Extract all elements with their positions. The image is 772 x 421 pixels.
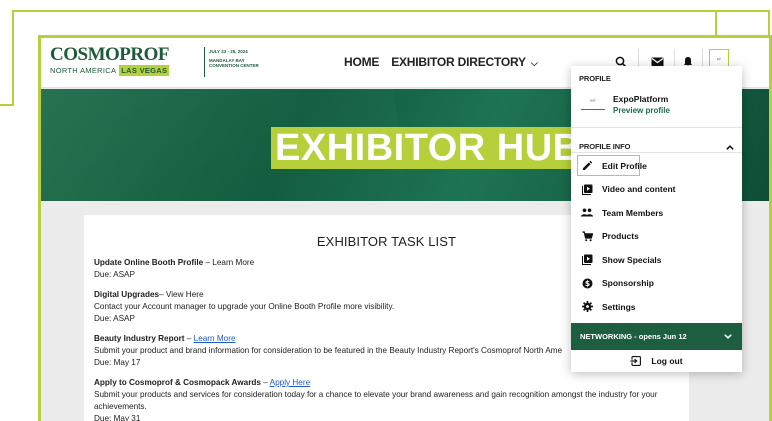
- dropdown-divider: [571, 152, 742, 153]
- main-nav: HOME EXHIBITOR DIRECTORY ⌵: [344, 55, 538, 69]
- svg-text:$: $: [584, 279, 589, 288]
- menu-item-label: Video and content: [602, 184, 676, 195]
- preview-profile-link[interactable]: Preview profile: [613, 106, 670, 115]
- logout-button[interactable]: Log out: [571, 350, 742, 372]
- task-separator: –: [159, 290, 166, 299]
- task-link[interactable]: Apply Here: [270, 378, 311, 387]
- menu-item-video-and-content[interactable]: Video and content: [571, 178, 742, 202]
- menu-item-label: Show Specials: [602, 254, 662, 265]
- chevron-down-icon: ⌵: [530, 58, 538, 68]
- profile-user[interactable]: EP ExpoPlatform Preview profile: [579, 92, 734, 120]
- task-item: Apply to Cosmoprof & Cosmopack Awards – …: [94, 377, 679, 421]
- logo-city: LAS VEGAS: [119, 65, 170, 76]
- logout-label: Log out: [651, 356, 683, 366]
- menu-item-label: Settings: [602, 301, 636, 312]
- logo-brand: COSMOPROF: [50, 44, 170, 65]
- people-icon: [581, 207, 593, 219]
- logo-venue: MANDALAY BAY CONVENTION CENTER: [209, 58, 259, 68]
- menu-item-team-members[interactable]: Team Members: [571, 201, 742, 225]
- cosmoprof-logo[interactable]: COSMOPROF NORTH AMERICA LAS VEGAS: [50, 45, 200, 81]
- profile-menu: Edit Profile Video and content Team Memb…: [571, 154, 742, 319]
- annotation-line-left-v: [12, 10, 14, 106]
- task-title: Beauty Industry Report: [94, 334, 185, 343]
- highlight-box: [577, 155, 640, 176]
- task-description: Submit your products and services for co…: [94, 390, 658, 411]
- nav-exhibitor-directory-label: EXHIBITOR DIRECTORY: [391, 55, 526, 69]
- website-frame: COSMOPROF NORTH AMERICA LAS VEGAS JULY 2…: [38, 35, 772, 421]
- menu-item-label: Products: [602, 231, 639, 242]
- task-separator: –: [203, 258, 213, 267]
- menu-item-sponsorship[interactable]: $ Sponsorship: [571, 272, 742, 296]
- task-separator: –: [184, 334, 194, 343]
- menu-item-show-specials[interactable]: Show Specials: [571, 248, 742, 272]
- task-link[interactable]: Learn More: [212, 258, 254, 267]
- avatar-text: EP: [716, 57, 721, 61]
- menu-item-products[interactable]: Products: [571, 225, 742, 249]
- annotation-line-right-top: [715, 10, 770, 12]
- logo-region: NORTH AMERICA: [50, 66, 117, 75]
- menu-item-settings[interactable]: Settings: [571, 295, 742, 319]
- video-library-icon: [581, 183, 593, 195]
- profile-thumbnail: EP: [581, 98, 605, 110]
- profile-name: ExpoPlatform: [613, 94, 669, 104]
- task-due: Due: May 31: [94, 414, 141, 421]
- logout-icon: [630, 356, 642, 366]
- dropdown-divider: [571, 127, 742, 128]
- cart-icon: [581, 230, 593, 242]
- screenshot-stage: COSMOPROF NORTH AMERICA LAS VEGAS JULY 2…: [0, 0, 772, 421]
- nav-home[interactable]: HOME: [344, 55, 379, 69]
- menu-item-label: Sponsorship: [602, 278, 654, 289]
- video-library-icon: [581, 254, 593, 266]
- chevron-down-icon: [724, 332, 732, 341]
- task-link[interactable]: Learn More: [194, 334, 236, 343]
- annotation-line-top-h: [12, 10, 716, 12]
- profile-dropdown: PROFILE EP ExpoPlatform Preview profile …: [571, 66, 742, 372]
- task-separator: –: [260, 378, 270, 387]
- logo-date: JULY 23 - 25, 2024: [209, 49, 248, 54]
- logo-event-info: JULY 23 - 25, 2024 MANDALAY BAY CONVENTI…: [209, 49, 269, 68]
- networking-toggle[interactable]: NETWORKING - opens Jun 12: [571, 323, 742, 350]
- hero-title: EXHIBITOR HUB: [271, 127, 585, 169]
- task-title: Update Online Booth Profile: [94, 258, 204, 267]
- task-link[interactable]: View Here: [166, 290, 204, 299]
- menu-item-edit-profile[interactable]: Edit Profile: [571, 154, 742, 178]
- nav-exhibitor-directory[interactable]: EXHIBITOR DIRECTORY ⌵: [391, 55, 537, 69]
- logo-subtitle: NORTH AMERICA LAS VEGAS: [50, 65, 200, 76]
- profile-info-heading: PROFILE INFO: [579, 141, 631, 151]
- menu-item-label: Team Members: [602, 207, 664, 218]
- gear-icon: [581, 301, 593, 313]
- logo-divider: [204, 47, 205, 77]
- networking-label: NETWORKING - opens Jun 12: [580, 332, 687, 341]
- task-title: Digital Upgrades: [94, 290, 160, 299]
- dollar-circle-icon: $: [581, 277, 593, 289]
- task-title: Apply to Cosmoprof & Cosmopack Awards: [94, 378, 261, 387]
- profile-heading: PROFILE: [579, 74, 611, 83]
